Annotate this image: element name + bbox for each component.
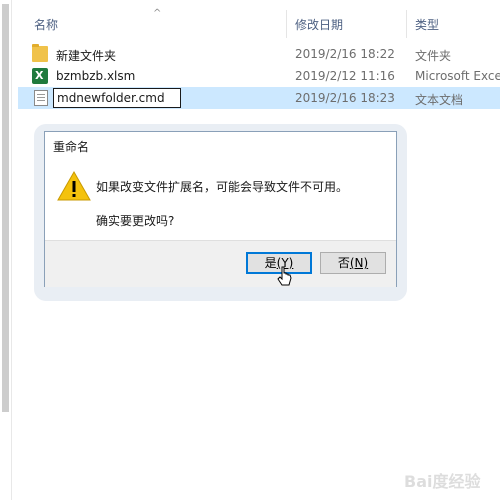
file-row[interactable]: X bzmbzb.xlsm 2019/2/12 11:16 Microsoft …	[18, 65, 500, 87]
no-button[interactable]: 否(N)	[320, 252, 386, 274]
file-date: 2019/2/16 18:22	[295, 47, 395, 61]
column-separator[interactable]	[286, 10, 287, 38]
dialog-message: 如果改变文件扩展名，可能会导致文件不可用。	[96, 180, 349, 194]
watermark-text: Bai度经验	[404, 472, 481, 491]
file-name: bzmbzb.xlsm	[56, 69, 136, 83]
file-type: 文本文档	[415, 93, 464, 107]
excel-file-icon: X	[32, 68, 48, 84]
rename-dialog: 重命名 如果改变文件扩展名，可能会导致文件不可用。 确实要更改吗? 是(Y) 否…	[44, 131, 397, 287]
file-date: 2019/2/12 11:16	[295, 69, 395, 83]
watermark-logo: Bai度经验	[404, 464, 494, 494]
no-button-label: 否	[337, 256, 350, 270]
file-type: 文件夹	[415, 49, 452, 63]
yes-button-label: 是	[264, 256, 277, 270]
rename-input[interactable]: mdnewfolder.cmd	[53, 88, 181, 108]
chevron-up-icon: ^	[153, 8, 162, 19]
file-date: 2019/2/16 18:23	[295, 91, 395, 105]
column-name-header[interactable]: 名称	[34, 16, 58, 33]
navigation-scrollbar-thumb[interactable]	[2, 4, 9, 412]
no-button-mnemonic: (N)	[349, 256, 369, 270]
column-separator[interactable]	[406, 10, 407, 38]
file-row[interactable]: 新建文件夹 2019/2/16 18:22 文件夹	[18, 43, 500, 65]
file-type: Microsoft Excel	[415, 69, 500, 83]
file-row-selected[interactable]: mdnewfolder.cmd 2019/2/16 18:23 文本文档	[18, 87, 500, 109]
navigation-pane	[0, 0, 12, 500]
column-date-header[interactable]: 修改日期	[295, 16, 343, 33]
column-header: ^ 名称 修改日期 类型	[18, 8, 500, 38]
file-name: 新建文件夹	[56, 49, 117, 63]
dialog-title: 重命名	[53, 140, 90, 154]
column-type-header[interactable]: 类型	[415, 16, 439, 33]
text-file-icon	[34, 90, 48, 106]
dialog-footer: 是(Y) 否(N)	[45, 240, 396, 287]
warning-icon	[57, 170, 91, 201]
dialog-confirm-text: 确实要更改吗?	[96, 214, 175, 228]
mouse-cursor-icon	[277, 266, 292, 286]
folder-icon	[32, 44, 48, 62]
